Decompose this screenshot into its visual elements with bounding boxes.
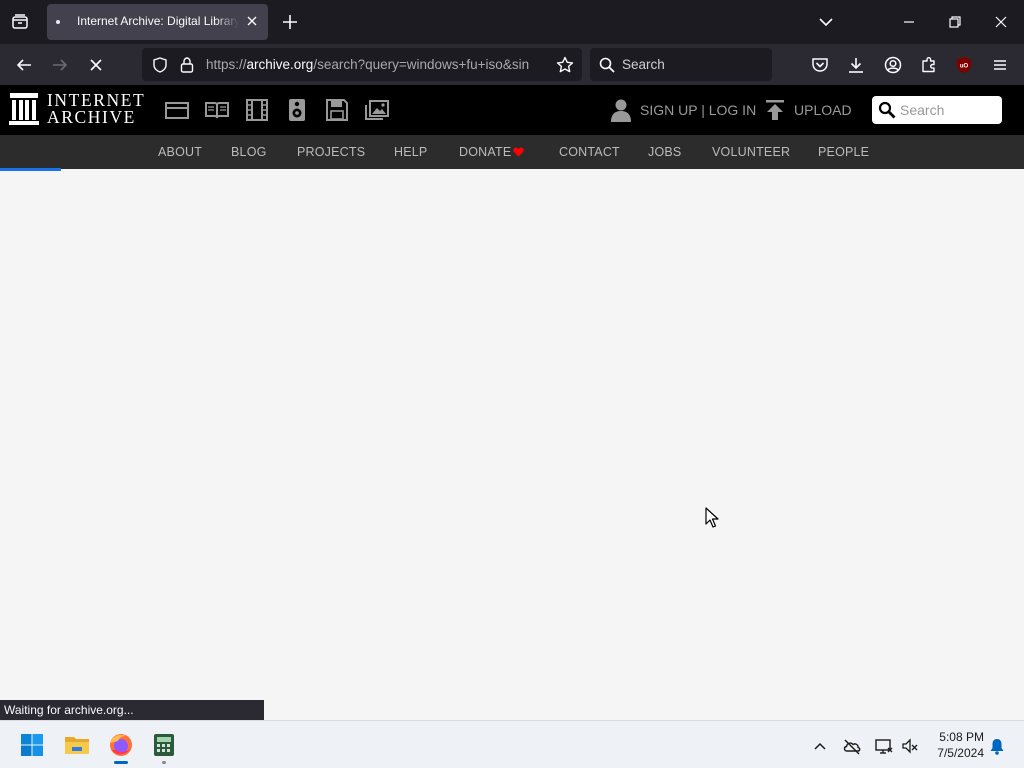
ublock-origin-icon[interactable]: uO: [953, 54, 975, 76]
web-search-placeholder: Search: [622, 57, 665, 72]
onedrive-cloud-offline-icon[interactable]: [842, 736, 862, 756]
ia-search-input[interactable]: Search: [872, 96, 1002, 124]
ia-search-placeholder: Search: [900, 102, 945, 118]
new-tab-button[interactable]: [280, 12, 300, 32]
downloads-icon[interactable]: [845, 54, 867, 76]
back-button[interactable]: [13, 54, 35, 76]
upload-label[interactable]: UPLOAD: [794, 102, 852, 118]
donate-heart-icon: [513, 147, 524, 157]
active-app-indicator: [114, 761, 128, 764]
bookmark-star-icon[interactable]: [555, 55, 575, 75]
list-tabs-chevron-icon[interactable]: [816, 12, 836, 32]
images-photo-icon[interactable]: [364, 98, 390, 122]
tab-strip: Internet Archive: Digital Library of Fre…: [0, 0, 1024, 44]
file-explorer-icon[interactable]: [61, 729, 93, 761]
navigation-toolbar: https://archive.org/search?query=windows…: [0, 44, 1024, 85]
page-load-progress-bar: [0, 168, 61, 171]
firefox-taskbar-icon[interactable]: [105, 729, 137, 764]
svg-text:uO: uO: [960, 64, 969, 70]
clock-time: 5:08 PM: [939, 730, 984, 744]
video-film-icon[interactable]: [244, 98, 270, 122]
web-search-bar[interactable]: Search: [590, 48, 772, 81]
nav-jobs[interactable]: JOBS: [648, 145, 681, 159]
close-window-button[interactable]: [991, 12, 1011, 32]
pocket-icon[interactable]: [809, 54, 831, 76]
search-icon: [598, 56, 616, 74]
audio-speaker-icon[interactable]: [284, 98, 310, 122]
windows-start-icon[interactable]: [16, 729, 48, 761]
page-content-area: [0, 169, 1024, 720]
upload-link[interactable]: UPLOAD: [764, 97, 852, 123]
ia-header: INTERNET ARCHIVE SIGN UP | LOG IN UPLOAD…: [0, 85, 1024, 135]
nav-blog[interactable]: BLOG: [231, 145, 267, 159]
clock-date: 7/5/2024: [937, 746, 984, 760]
signup-login-link[interactable]: SIGN UP | LOG IN: [610, 97, 756, 123]
account-icon[interactable]: [882, 54, 904, 76]
running-app-indicator: [162, 761, 166, 764]
show-hidden-icons-chevron-icon[interactable]: [810, 736, 830, 756]
mouse-cursor-icon: [705, 507, 719, 529]
nav-donate[interactable]: DONATE: [459, 145, 511, 159]
calculator-app-icon[interactable]: [148, 729, 180, 764]
lock-icon[interactable]: [179, 56, 195, 74]
minimize-button[interactable]: [899, 12, 919, 32]
logo-line-2: ARCHIVE: [47, 107, 136, 127]
network-monitor-icon[interactable]: [874, 736, 894, 756]
browser-tab[interactable]: Internet Archive: Digital Library of Fre…: [47, 4, 268, 40]
system-clock[interactable]: 5:08 PM 7/5/2024: [924, 729, 984, 761]
nav-help[interactable]: HELP: [394, 145, 427, 159]
url-text[interactable]: https://archive.org/search?query=windows…: [206, 57, 544, 72]
url-bar[interactable]: https://archive.org/search?query=windows…: [142, 48, 582, 81]
texts-book-icon[interactable]: [204, 98, 230, 122]
menu-hamburger-icon[interactable]: [989, 54, 1011, 76]
tab-overview-icon[interactable]: [8, 10, 32, 34]
stop-loading-button[interactable]: [85, 54, 107, 76]
ia-search-icon: [878, 101, 896, 119]
nav-about[interactable]: ABOUT: [158, 145, 202, 159]
software-floppy-icon[interactable]: [324, 98, 350, 122]
notification-bell-icon[interactable]: [987, 736, 1007, 756]
tracking-protection-shield-icon[interactable]: [151, 56, 169, 74]
restore-button[interactable]: [945, 12, 965, 32]
user-icon: [610, 98, 632, 122]
signup-login-label[interactable]: SIGN UP | LOG IN: [640, 102, 756, 118]
ia-top-nav: ABOUT BLOG PROJECTS HELP DONATE CONTACT …: [0, 135, 1024, 169]
ia-logo-building-icon[interactable]: [9, 93, 39, 126]
nav-volunteer[interactable]: VOLUNTEER: [712, 145, 790, 159]
loading-dot-icon: [56, 20, 60, 24]
windows-taskbar: 5:08 PM 7/5/2024: [0, 720, 1024, 768]
tab-title: Internet Archive: Digital Library of Fre…: [77, 14, 239, 28]
extensions-puzzle-icon[interactable]: [918, 54, 940, 76]
volume-muted-icon[interactable]: [900, 736, 920, 756]
ia-logo-text[interactable]: INTERNET ARCHIVE: [47, 91, 145, 127]
nav-people[interactable]: PEOPLE: [818, 145, 869, 159]
nav-contact[interactable]: CONTACT: [559, 145, 620, 159]
forward-button[interactable]: [49, 54, 71, 76]
close-tab-icon[interactable]: [244, 13, 260, 29]
web-archive-icon[interactable]: [164, 98, 190, 122]
upload-arrow-icon: [764, 99, 786, 121]
status-bar: Waiting for archive.org...: [0, 700, 264, 720]
nav-projects[interactable]: PROJECTS: [297, 145, 365, 159]
